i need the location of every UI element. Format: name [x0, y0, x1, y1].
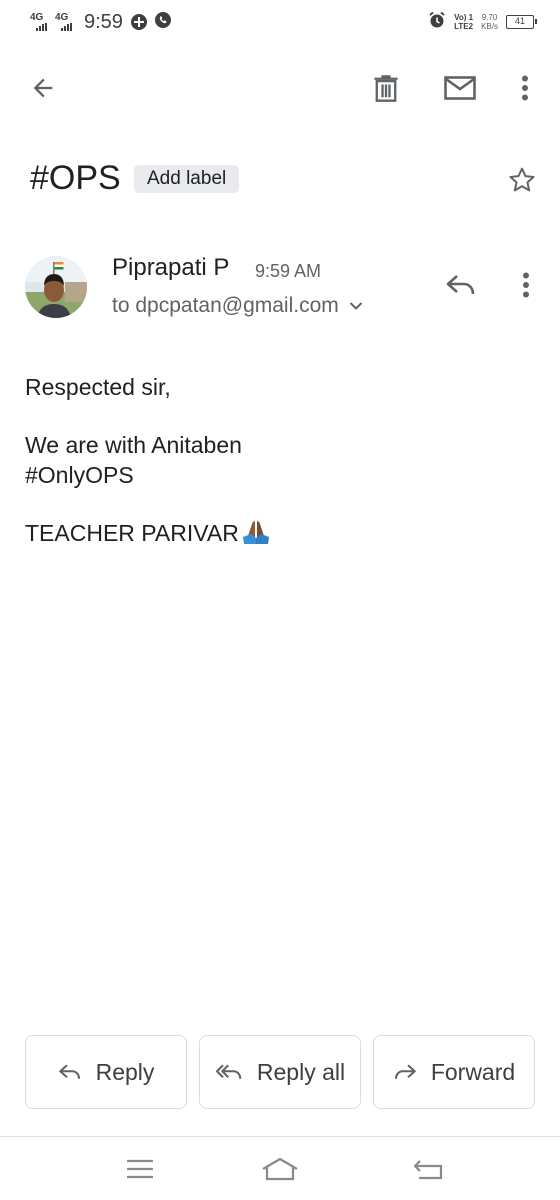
volte-line-1: Vo) 1 — [454, 13, 474, 22]
reply-actions: Reply Reply all Forward — [25, 1035, 535, 1111]
menu-icon — [127, 1159, 153, 1179]
volte-line-2: LTE2 — [454, 22, 474, 31]
forward-button[interactable]: Forward — [373, 1035, 535, 1109]
back-button[interactable] — [15, 56, 71, 120]
sender-name: Piprapati P — [112, 254, 230, 281]
back-nav-icon — [413, 1160, 443, 1180]
message-toolbar — [0, 56, 560, 120]
signal-1: 4G — [30, 13, 47, 31]
system-back-button[interactable] — [398, 1143, 458, 1195]
mail-icon — [444, 76, 476, 100]
forward-icon — [394, 1064, 416, 1079]
quick-reply-button[interactable] — [436, 260, 486, 310]
home-icon — [262, 1157, 298, 1181]
network-speed: 9.70 KB/s — [481, 13, 498, 31]
sender-header: Piprapati P 9:59 AM to dpcpatan@gmail.co… — [0, 250, 560, 330]
more-vert-icon — [522, 75, 528, 101]
mark-unread-button[interactable] — [432, 56, 488, 120]
reply-button[interactable]: Reply — [25, 1035, 187, 1109]
signal-bars-1-icon — [36, 23, 47, 31]
body-line-3: #OnlyOPS — [25, 462, 134, 488]
signal-2: 4G — [55, 13, 72, 31]
folded-hands-emoji-icon — [241, 519, 271, 552]
status-time: 9:59 — [84, 10, 123, 33]
message-body: Respected sir, We are with Anitaben #Onl… — [25, 372, 535, 552]
body-line-2: We are with Anitaben — [25, 432, 242, 458]
star-outline-icon — [509, 167, 535, 192]
speed-unit: KB/s — [481, 22, 498, 31]
speed-value: 9.70 — [481, 13, 498, 22]
battery-icon: 41 — [506, 15, 537, 29]
status-bar: 4G 4G 9:59 Vo) 1 LTE2 9.70 KB/s 41 — [0, 0, 560, 44]
status-left: 4G 4G 9:59 — [30, 11, 171, 34]
recent-apps-button[interactable] — [110, 1143, 170, 1195]
recipient-text: to dpcpatan@gmail.com — [112, 294, 339, 317]
body-line-4-row: TEACHER PARIVAR — [25, 518, 535, 552]
message-more-button[interactable] — [504, 260, 548, 310]
subject-title: #OPS — [30, 159, 121, 197]
back-arrow-icon — [33, 78, 53, 98]
reply-icon — [446, 275, 475, 295]
reply-label: Reply — [95, 1058, 155, 1085]
profile-photo-icon — [25, 256, 87, 318]
more-options-button[interactable] — [497, 56, 553, 120]
phone-call-icon — [154, 11, 171, 33]
trash-icon — [374, 75, 398, 102]
battery-level: 41 — [514, 16, 525, 26]
forward-label: Forward — [430, 1058, 516, 1085]
volte-indicator: Vo) 1 LTE2 — [454, 13, 473, 31]
delete-button[interactable] — [358, 56, 414, 120]
body-line-greeting: Respected sir, — [25, 374, 171, 400]
recipient-details-toggle[interactable]: to dpcpatan@gmail.com — [112, 292, 363, 320]
more-vert-icon — [523, 272, 529, 298]
system-nav-bar — [0, 1136, 560, 1200]
reply-all-icon — [215, 1064, 242, 1079]
signal-bars-2-icon — [61, 23, 72, 31]
sender-avatar[interactable] — [25, 256, 87, 318]
reply-all-label: Reply all — [256, 1058, 346, 1085]
chevron-down-icon — [349, 302, 362, 310]
network-type-1: 4G — [30, 12, 44, 23]
app-notification-icon — [130, 14, 147, 30]
gmail-message-screen: 4G 4G 9:59 Vo) 1 LTE2 9.70 KB/s 41 #OPS … — [0, 0, 560, 1200]
reply-all-button[interactable]: Reply all — [199, 1035, 361, 1109]
body-line-4: TEACHER PARIVAR — [25, 520, 239, 546]
status-right: Vo) 1 LTE2 9.70 KB/s 41 — [428, 11, 537, 34]
network-type-2: 4G — [55, 12, 69, 23]
star-button[interactable] — [500, 158, 544, 202]
subject-row: #OPS Add label — [0, 148, 560, 210]
alarm-clock-icon — [428, 11, 446, 34]
home-button[interactable] — [250, 1143, 310, 1195]
add-label-chip[interactable]: Add label — [134, 165, 240, 193]
message-time: 9:59 AM — [255, 261, 322, 281]
reply-icon — [58, 1064, 80, 1079]
